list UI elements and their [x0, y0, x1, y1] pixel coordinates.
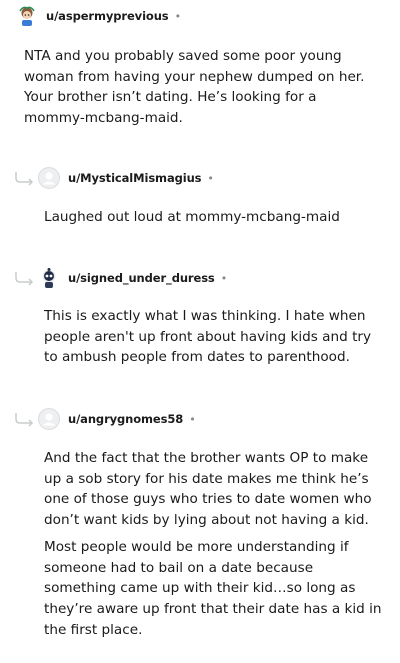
comment-header: u/aspermyprevious • [16, 4, 181, 28]
comment-body: NTA and you probably saved some poor you… [24, 46, 380, 129]
reply-arrow-icon [15, 172, 34, 186]
default-avatar-icon[interactable] [38, 408, 60, 430]
comment-header: u/signed_under_duress • [38, 266, 227, 290]
comment-username[interactable]: u/angrygnomes58 [68, 412, 183, 426]
reply-arrow-icon [15, 272, 34, 286]
comment-text: NTA and you probably saved some poor you… [24, 48, 365, 127]
comment-text: Laughed out loud at mommy-mcbang-maid [44, 209, 340, 225]
separator-dot: • [207, 171, 214, 185]
separator-dot: • [174, 9, 182, 23]
default-avatar-icon[interactable] [38, 167, 60, 189]
comment-username[interactable]: u/MysticalMismagius [68, 171, 202, 185]
snoo-avatar-icon[interactable] [38, 267, 60, 289]
comment-username[interactable]: u/aspermyprevious [46, 9, 169, 23]
comment-header: u/MysticalMismagius • [38, 166, 214, 190]
comment-text: Most people would be more understanding … [44, 538, 382, 638]
comment-body: And the fact that the brother wants OP t… [44, 448, 384, 640]
comment-header: u/angrygnomes58 • [38, 407, 196, 431]
snoo-avatar-icon[interactable] [16, 5, 38, 27]
comment-body: This is exactly what I was thinking. I h… [44, 306, 384, 368]
separator-dot: • [189, 412, 196, 426]
comment-text: This is exactly what I was thinking. I h… [44, 308, 372, 366]
separator-dot: • [220, 271, 228, 285]
comment-body: Laughed out loud at mommy-mcbang-maid [44, 207, 384, 228]
comment-text: And the fact that the brother wants OP t… [44, 450, 372, 529]
comment-username[interactable]: u/signed_under_duress [68, 271, 215, 285]
reply-arrow-icon [15, 413, 34, 427]
